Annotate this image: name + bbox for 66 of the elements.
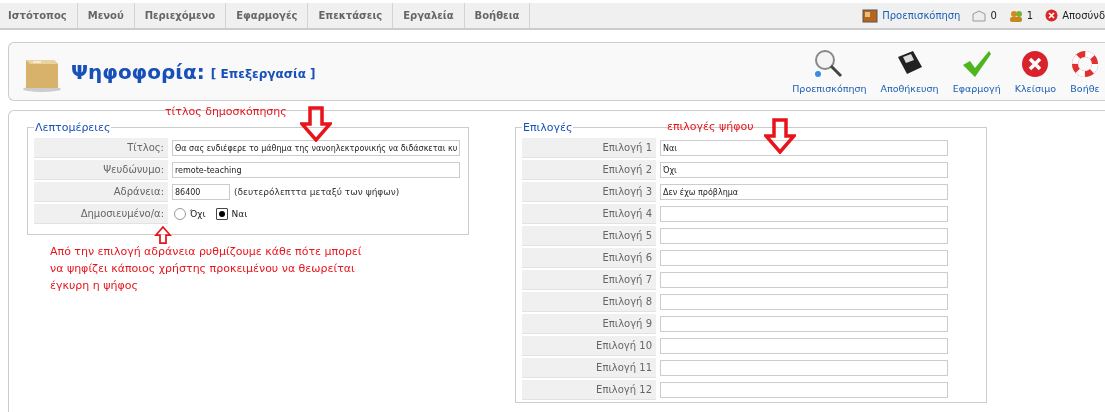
field-label: Ψευδώνυμο: <box>34 160 168 180</box>
option-field[interactable] <box>660 272 948 288</box>
annotation-text: τίτλος δημοσκόπησης <box>165 104 287 120</box>
option-field[interactable] <box>660 382 948 398</box>
title-field[interactable]: Θα σας ενδιέφερε το μάθημα της νανοηλεκτρονικής να διδάσκεται κυ <box>172 140 460 156</box>
menu-item[interactable]: Ιστότοπος <box>0 3 78 28</box>
logout-link[interactable]: Αποσύνδ <box>1062 10 1105 21</box>
option-field[interactable] <box>660 250 948 266</box>
option-field[interactable] <box>660 206 948 222</box>
help-button[interactable]: Βοήθε <box>1065 49 1105 94</box>
alias-field[interactable]: remote-teaching <box>172 162 460 178</box>
option-field[interactable] <box>660 338 948 354</box>
field-label: Επιλογή 12 <box>522 380 656 400</box>
field-label: Επιλογή 6 <box>522 248 656 268</box>
save-button[interactable]: Αποθήκευση <box>875 49 944 94</box>
menu-item[interactable]: Βοήθεια <box>464 3 531 28</box>
page-title: Ψηφοφορία: <box>71 59 205 84</box>
radio-button[interactable] <box>174 208 186 220</box>
menu-item[interactable]: Εργαλεία <box>393 3 465 28</box>
option-field[interactable] <box>660 316 948 332</box>
option-field[interactable]: Όχι <box>660 162 948 178</box>
close-icon <box>1020 49 1051 79</box>
radio-button[interactable] <box>215 208 228 220</box>
menu-item[interactable]: Μενού <box>77 3 135 28</box>
radio-label: Ναι <box>231 209 248 219</box>
field-label: Επιλογή 11 <box>522 358 656 378</box>
down-arrow-icon <box>300 106 332 142</box>
logout-icon <box>1045 9 1059 22</box>
fieldset-legend: Επιλογές <box>522 121 574 134</box>
field-label: Επιλογή 4 <box>522 204 656 224</box>
lifebuoy-icon <box>1070 49 1100 79</box>
down-arrow-icon <box>764 118 796 154</box>
page-subtitle: [ Επεξεργασία ] <box>210 66 316 81</box>
field-label: Επιλογή 10 <box>522 336 656 356</box>
fieldset-legend: Λεπτομέρειες <box>34 121 112 134</box>
preview-link[interactable]: Προεπισκόπηση <box>882 10 961 21</box>
field-label: Δημοσιευμένο/α: <box>34 204 168 224</box>
field-label: Επιλογή 5 <box>522 226 656 246</box>
radio-label: Όχι <box>190 209 206 219</box>
monitor-icon <box>862 8 879 23</box>
lag-field[interactable]: 86400 <box>172 184 230 200</box>
field-hint: (δευτερόλεπττα μεταξύ των ψήφων) <box>234 187 400 197</box>
annotation-text: Από την επιλογή αδράνεια ρυθμίζουμε κάθε πότε μπορεί να ψηφίζει κάποιος χρήστης προκειμένου να θεωρείται έγκυρη η ψήφος <box>50 244 363 294</box>
field-label: Επιλογή 3 <box>522 182 656 202</box>
close-button[interactable]: Κλείσιμο <box>1009 49 1061 94</box>
option-field[interactable] <box>660 294 948 310</box>
menu-item[interactable]: Εφαρμογές <box>226 3 309 28</box>
option-field[interactable]: Ναι <box>660 140 948 156</box>
menu-item[interactable]: Περιεχόμενο <box>134 3 227 28</box>
field-label: Επιλογή 9 <box>522 314 656 334</box>
field-label: Επιλογή 1 <box>522 138 656 158</box>
message-count: 0 <box>990 10 997 21</box>
users-icon <box>1008 9 1023 22</box>
preview-button[interactable]: Προεπισκόπηση <box>787 49 872 94</box>
option-field[interactable] <box>660 360 948 376</box>
field-label: Επιλογή 7 <box>522 270 656 290</box>
option-field[interactable]: Δεν έχω πρόβλημα <box>660 184 948 200</box>
field-label: Τίτλος: <box>34 138 168 158</box>
menu-item[interactable]: Επεκτάσεις <box>308 3 394 28</box>
field-label: Επιλογή 2 <box>522 160 656 180</box>
annotation-text: επιλογές ψήφου <box>667 119 754 135</box>
apply-button[interactable]: Εφαρμογή <box>947 49 1006 94</box>
field-label: Αδράνεια: <box>34 182 168 202</box>
field-label: Επιλογή 8 <box>522 292 656 312</box>
option-field[interactable] <box>660 228 948 244</box>
user-count: 1 <box>1026 10 1034 21</box>
